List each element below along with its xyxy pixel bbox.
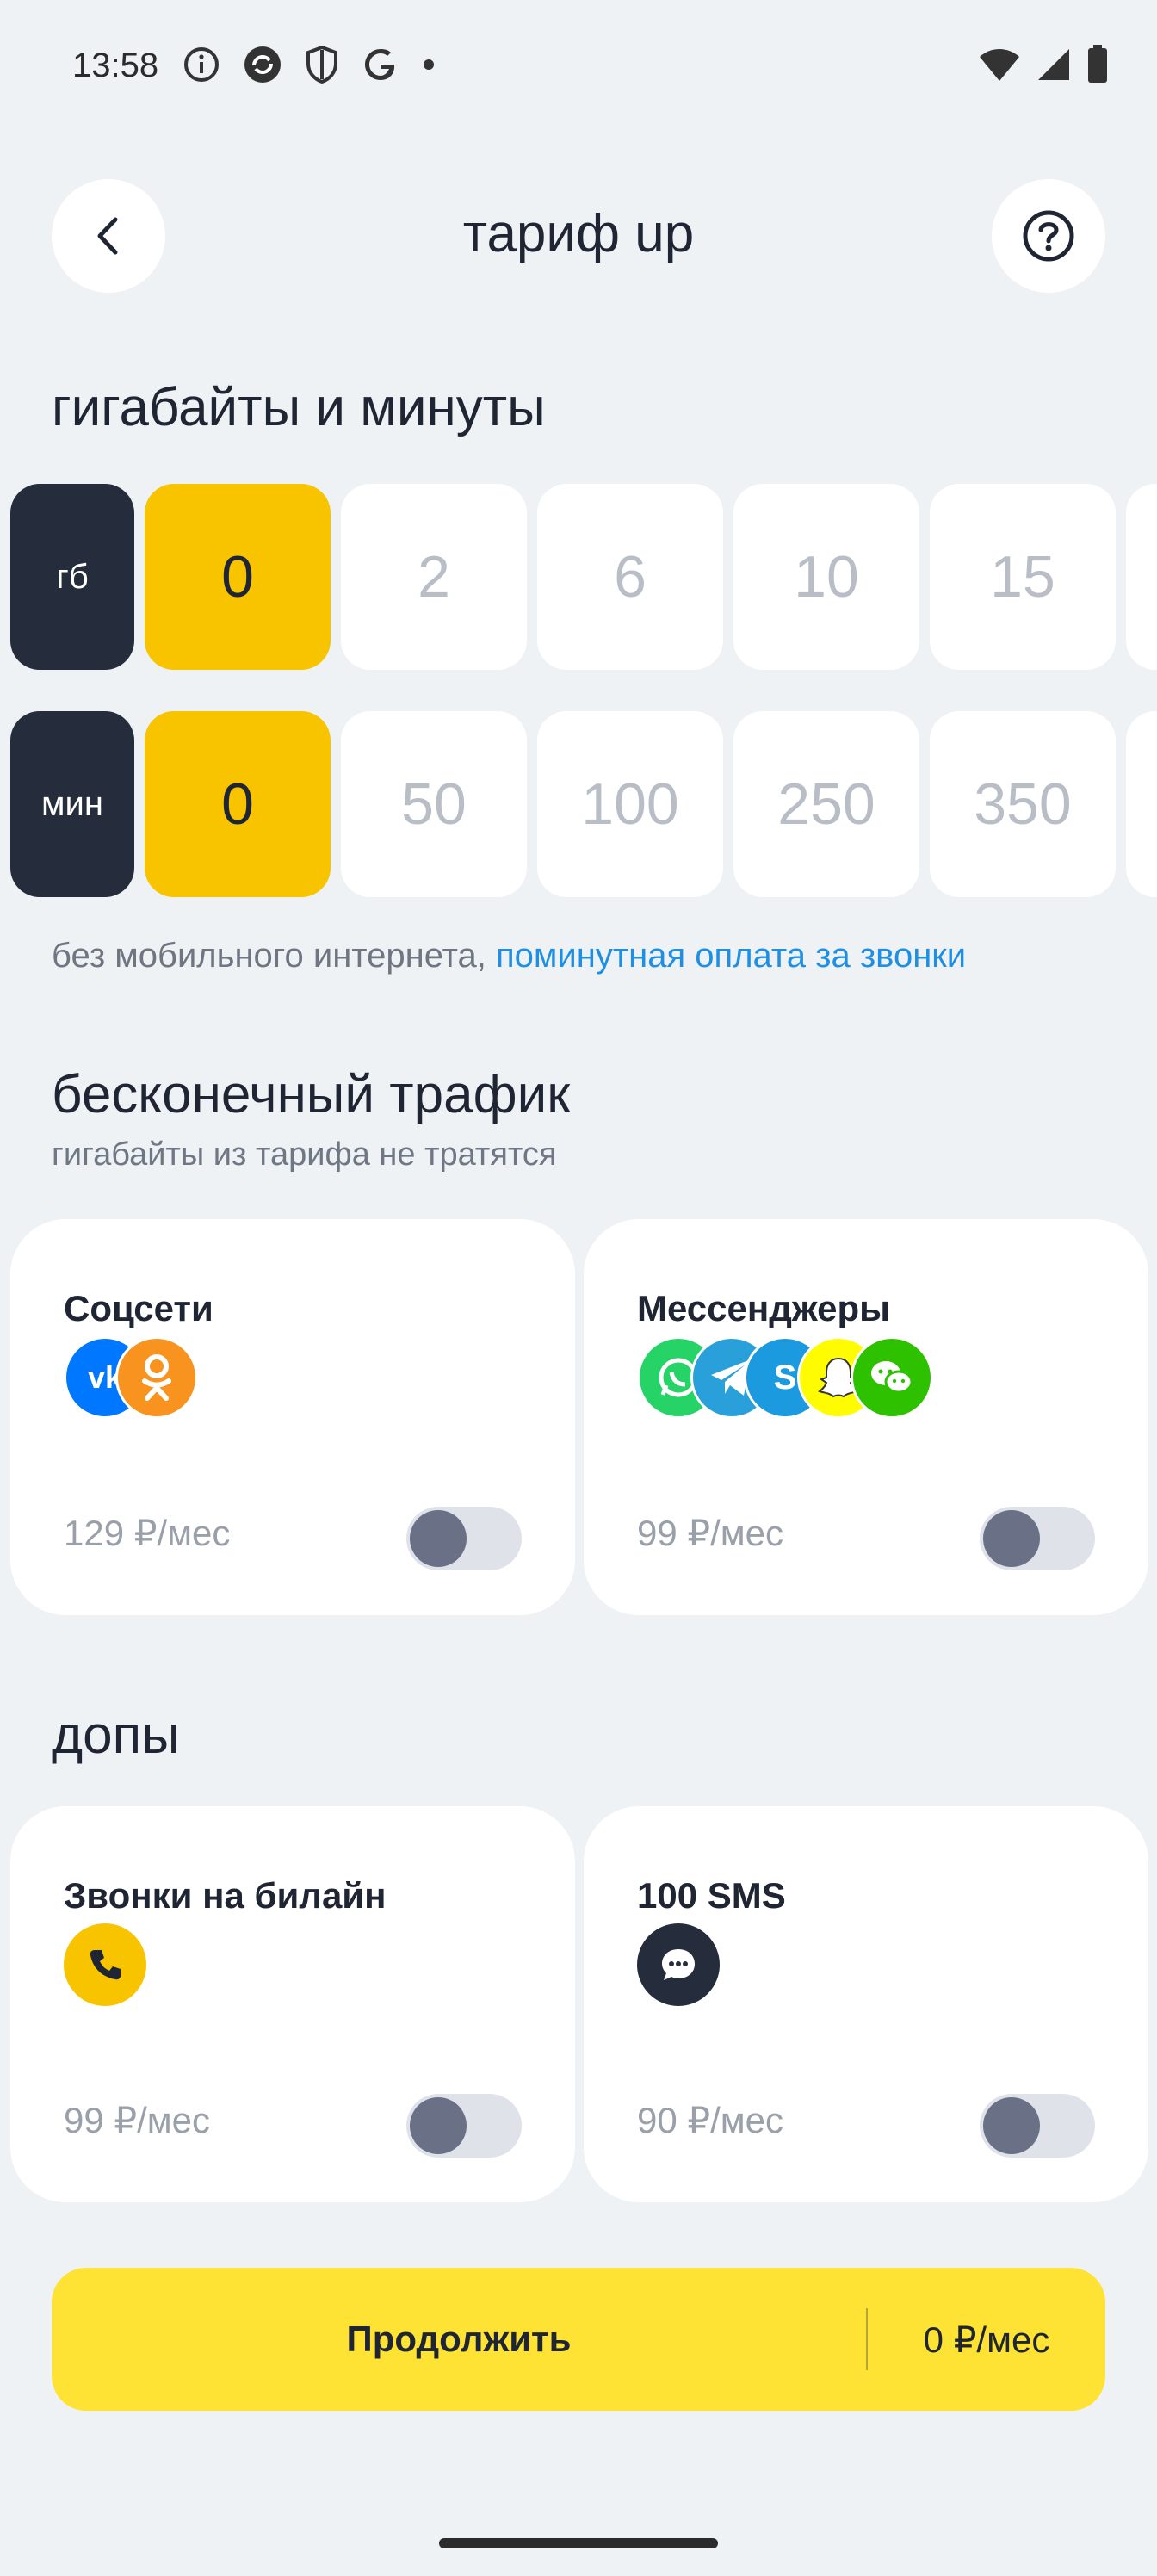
sync-icon: [244, 46, 281, 83]
min-option[interactable]: 50: [341, 711, 527, 897]
social-toggle[interactable]: [406, 1507, 522, 1570]
help-icon: [1023, 210, 1074, 262]
note-text: без мобильного интернета,: [52, 937, 497, 975]
sms-card: 100 SMS 90 ₽/мес: [584, 1806, 1148, 2202]
card-price: 99 ₽/мес: [64, 2100, 211, 2140]
gb-option[interactable]: 2: [341, 484, 527, 670]
card-title: 100 SMS: [637, 1875, 786, 1916]
google-icon: [365, 49, 395, 80]
gb-row-label: гб: [10, 484, 134, 670]
gb-option[interactable]: 0: [145, 484, 331, 670]
odnoklassniki-icon: [115, 1336, 198, 1419]
min-option[interactable]: 100: [537, 711, 723, 897]
per-minute-link[interactable]: поминутная оплата за звонки: [496, 937, 966, 975]
wechat-icon: [851, 1336, 933, 1419]
phone-icon: [64, 1923, 146, 2006]
home-indicator[interactable]: [439, 2538, 718, 2548]
messengers-card: Мессенджеры S 99 ₽/мес: [584, 1219, 1148, 1615]
card-title: Звонки на билайн: [64, 1875, 387, 1916]
section-title-gb-minutes: гигабайты и минуты: [52, 378, 546, 437]
beeline-calls-card: Звонки на билайн 99 ₽/мес: [10, 1806, 575, 2202]
toggle-knob: [983, 2097, 1040, 2154]
battery-icon: [1088, 45, 1107, 83]
signal-icon: [1038, 49, 1069, 80]
shield-icon: [306, 45, 337, 84]
total-price: 0 ₽/мес: [923, 2319, 1050, 2360]
card-title: Соцсети: [64, 1288, 213, 1328]
dot-icon: [424, 59, 434, 70]
min-option[interactable]: 250: [733, 711, 919, 897]
card-price: 99 ₽/мес: [637, 1513, 784, 1553]
toggle-knob: [410, 1510, 467, 1567]
status-system-icons: [978, 45, 1109, 84]
toggle-knob: [410, 2097, 467, 2154]
toggle-knob: [983, 1510, 1040, 1567]
page-title: тариф up: [462, 204, 695, 263]
card-price: 90 ₽/мес: [637, 2100, 784, 2140]
gb-option[interactable]: 6: [537, 484, 723, 670]
wifi-icon: [980, 49, 1019, 81]
section-subtitle-unlimited: гигабайты из тарифа не тратятся: [52, 1136, 557, 1173]
beeline-calls-toggle[interactable]: [406, 2094, 522, 2158]
card-title: Мессенджеры: [637, 1288, 890, 1328]
messengers-toggle[interactable]: [980, 1507, 1095, 1570]
gb-option[interactable]: 10: [733, 484, 919, 670]
info-icon: [184, 47, 219, 82]
tariff-note: без мобильного интернета, поминутная опл…: [52, 937, 966, 975]
min-row-label: мин: [10, 711, 134, 897]
min-option[interactable]: 350: [930, 711, 1116, 897]
status-time: 13:58: [72, 46, 159, 84]
section-title-addons: допы: [52, 1706, 180, 1765]
social-card: Соцсети vk 129 ₽/мес: [10, 1219, 575, 1615]
gb-option[interactable]: 15: [930, 484, 1116, 670]
section-title-unlimited: бесконечный трафик: [52, 1065, 571, 1124]
card-price: 129 ₽/мес: [64, 1513, 231, 1553]
gb-option-offscreen[interactable]: [1126, 484, 1157, 670]
help-button[interactable]: [992, 179, 1105, 293]
min-option-offscreen[interactable]: [1126, 711, 1157, 897]
min-option[interactable]: 0: [145, 711, 331, 897]
continue-label: Продолжить: [346, 2319, 572, 2359]
continue-button[interactable]: Продолжить 0 ₽/мес: [52, 2268, 1105, 2411]
status-notification-icons: [183, 45, 436, 84]
sms-toggle[interactable]: [980, 2094, 1095, 2158]
message-icon: [637, 1923, 720, 2006]
